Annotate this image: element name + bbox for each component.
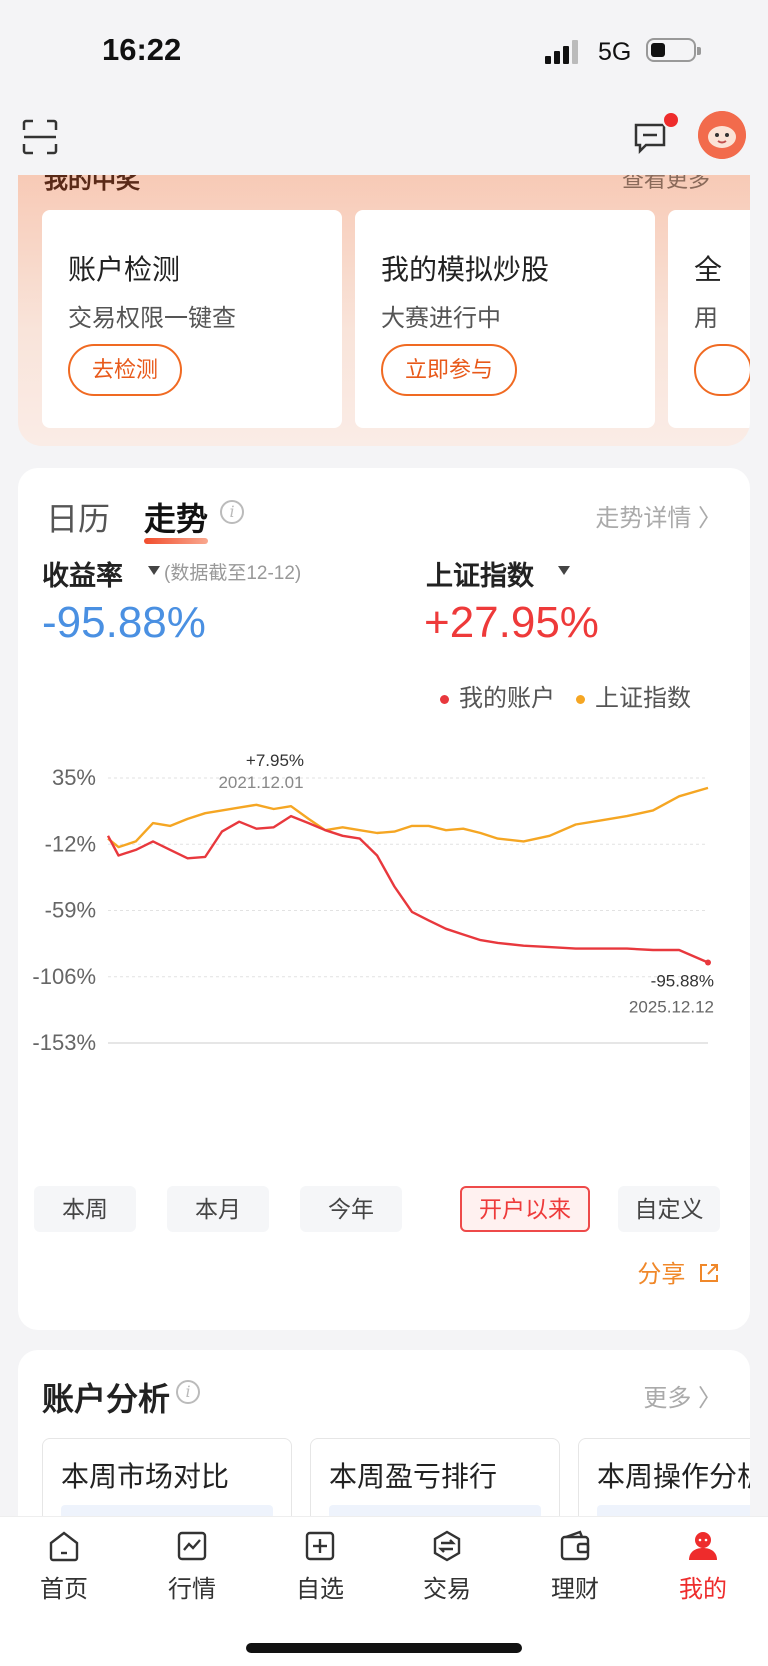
add-box-icon xyxy=(305,1531,335,1561)
card-title: 我的模拟炒股 xyxy=(381,254,550,285)
annotation-end-value: -95.88% xyxy=(651,971,714,990)
trend-detail-label: 走势详情 xyxy=(595,505,692,532)
nav-wealth[interactable]: 理财 xyxy=(525,1529,625,1604)
card-subtitle: 大赛进行中 xyxy=(381,305,501,332)
network-type: 5G xyxy=(598,38,632,66)
share-label: 分享 xyxy=(637,1261,686,1288)
activity-section: 我的中奖 查看更多 账户检测 交易权限一键查 去检测 我的模拟炒股 大赛进行中 … xyxy=(18,158,750,446)
legend-my-account: 我的账户 xyxy=(440,678,555,713)
nav-label: 我的 xyxy=(679,1576,727,1603)
analysis-card-title: 本周盈亏排行 xyxy=(329,1461,498,1492)
trend-chart[interactable]: 35%-12%-59%-106%-153%2020/02/242023/01/0… xyxy=(18,738,750,1078)
range-custom[interactable]: 自定义 xyxy=(618,1186,720,1232)
return-rate-label[interactable]: 收益率 xyxy=(42,554,123,593)
card-subtitle: 用 xyxy=(694,305,718,332)
trend-section: 日历 走势 i 走势详情 〉 收益率 (数据截至12-12) -95.88% 上… xyxy=(18,468,750,1330)
chevron-right-icon: 〉 xyxy=(698,505,722,532)
card-account-check[interactable]: 账户检测 交易权限一键查 去检测 xyxy=(42,210,342,428)
analysis-card-title: 本周市场对比 xyxy=(61,1461,230,1492)
chevron-right-icon: 〉 xyxy=(698,1385,722,1412)
y-tick-label: -12% xyxy=(45,831,96,856)
card-simulation[interactable]: 我的模拟炒股 大赛进行中 立即参与 xyxy=(355,210,655,428)
top-bar xyxy=(0,105,768,175)
status-time: 16:22 xyxy=(102,32,182,67)
legend-label: 我的账户 xyxy=(459,685,555,712)
nav-label: 理财 xyxy=(551,1576,599,1603)
exchange-icon xyxy=(433,1530,461,1562)
battery-icon xyxy=(646,38,701,62)
analysis-more-label: 更多 xyxy=(643,1385,692,1412)
wallet-icon xyxy=(560,1530,590,1561)
caret-down-icon[interactable] xyxy=(148,566,160,575)
y-tick-label: 35% xyxy=(52,765,96,790)
return-rate-value: -95.88% xyxy=(42,598,206,647)
nav-trade[interactable]: 交易 xyxy=(397,1529,497,1604)
range-this-week[interactable]: 本周 xyxy=(34,1186,136,1232)
chart-icon xyxy=(177,1531,207,1561)
card-title: 账户检测 xyxy=(68,254,181,285)
home-indicator xyxy=(246,1643,522,1653)
series-line-account xyxy=(106,814,709,964)
home-icon xyxy=(49,1531,79,1562)
nav-label: 交易 xyxy=(423,1576,471,1603)
card-partial-button[interactable] xyxy=(694,344,750,396)
caret-down-icon[interactable] xyxy=(558,566,570,575)
nav-mine[interactable]: 我的 xyxy=(653,1529,753,1604)
info-icon[interactable]: i xyxy=(176,1380,200,1404)
analysis-title: 账户分析 xyxy=(42,1381,171,1417)
status-bar: 16:22 5G xyxy=(0,0,768,105)
range-since-open[interactable]: 开户以来 xyxy=(460,1186,590,1232)
legend-dot-red xyxy=(440,695,449,705)
annotation-end-date: 2025.12.12 xyxy=(629,997,714,1016)
legend-dot-orange xyxy=(576,695,585,705)
card-title: 全 xyxy=(694,254,723,285)
tab-calendar[interactable]: 日历 xyxy=(46,494,110,540)
info-icon[interactable]: i xyxy=(220,500,244,524)
nav-watchlist[interactable]: 自选 xyxy=(270,1529,370,1604)
legend-sse-index: 上证指数 xyxy=(576,678,691,713)
trend-detail-link[interactable]: 走势详情 〉 xyxy=(595,498,722,533)
card-subtitle: 交易权限一键查 xyxy=(68,305,236,332)
tab-active-indicator xyxy=(144,538,208,544)
range-this-month[interactable]: 本月 xyxy=(167,1186,269,1232)
y-tick-label: -106% xyxy=(32,964,96,989)
y-tick-label: -59% xyxy=(45,898,96,923)
y-tick-label: -153% xyxy=(32,1030,96,1055)
nav-label: 自选 xyxy=(296,1576,344,1603)
signal-icon xyxy=(545,40,578,64)
notification-dot xyxy=(662,111,680,129)
nav-label: 行情 xyxy=(168,1576,216,1603)
data-date-note: (数据截至12-12) xyxy=(164,563,302,584)
series-line-index xyxy=(107,786,709,849)
annotation-peak-date: 2021.12.01 xyxy=(218,773,303,792)
avatar[interactable] xyxy=(698,111,746,159)
join-button[interactable]: 立即参与 xyxy=(381,344,518,396)
check-button[interactable]: 去检测 xyxy=(68,344,183,396)
scan-icon[interactable] xyxy=(22,119,58,155)
user-icon xyxy=(689,1532,717,1560)
analysis-more-link[interactable]: 更多 〉 xyxy=(643,1378,722,1413)
tab-trend[interactable]: 走势 xyxy=(144,494,208,540)
index-label[interactable]: 上证指数 xyxy=(426,554,534,593)
analysis-card-title: 本周操作分析 xyxy=(597,1461,750,1492)
share-button[interactable]: 分享 xyxy=(637,1254,720,1289)
share-icon xyxy=(700,1264,718,1282)
index-value: +27.95% xyxy=(424,598,599,647)
series-end-point xyxy=(705,959,711,966)
annotation-peak-value: +7.95% xyxy=(246,751,304,770)
card-partial[interactable]: 全 用 xyxy=(668,210,750,428)
legend-label: 上证指数 xyxy=(595,685,691,712)
nav-home[interactable]: 首页 xyxy=(14,1529,114,1604)
nav-market[interactable]: 行情 xyxy=(142,1529,242,1604)
range-this-year[interactable]: 今年 xyxy=(300,1186,402,1232)
nav-label: 首页 xyxy=(40,1576,88,1603)
